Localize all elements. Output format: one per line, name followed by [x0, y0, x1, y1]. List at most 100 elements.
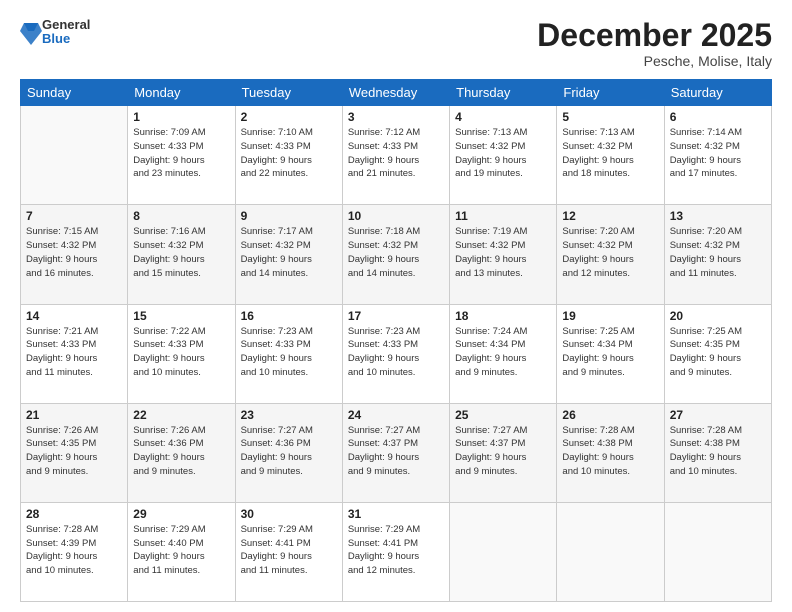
- day-number: 3: [348, 110, 444, 124]
- day-info: Sunrise: 7:29 AMSunset: 4:40 PMDaylight:…: [133, 523, 229, 578]
- calendar-cell: [21, 106, 128, 205]
- day-info: Sunrise: 7:20 AMSunset: 4:32 PMDaylight:…: [562, 225, 658, 280]
- calendar-cell: 5 Sunrise: 7:13 AMSunset: 4:32 PMDaylight…: [557, 106, 664, 205]
- calendar-cell: 31Sunrise: 7:29 AMSunset: 4:41 PMDayligh…: [342, 502, 449, 601]
- calendar-cell: 7Sunrise: 7:15 AMSunset: 4:32 PMDaylight…: [21, 205, 128, 304]
- calendar-cell: 17 Sunrise: 7:23 AMSunset: 4:33 PMDayligh…: [342, 304, 449, 403]
- day-number: 18: [455, 309, 551, 323]
- day-number: 25: [455, 408, 551, 422]
- day-info: Sunrise: 7:19 AMSunset: 4:32 PMDaylight:…: [455, 225, 551, 280]
- calendar-week-row: 21Sunrise: 7:26 AMSunset: 4:35 PMDayligh…: [21, 403, 772, 502]
- day-info: Sunrise: 7:20 AMSunset: 4:32 PMDaylight:…: [670, 225, 766, 280]
- day-info: Sunrise: 7:27 AMSunset: 4:36 PMDaylight:…: [241, 424, 337, 479]
- calendar-cell: 8Sunrise: 7:16 AMSunset: 4:32 PMDaylight…: [128, 205, 235, 304]
- calendar-cell: 13 Sunrise: 7:20 AMSunset: 4:32 PMDayligh…: [664, 205, 771, 304]
- day-header-sunday: Sunday: [21, 80, 128, 106]
- month-title: December 2025: [537, 18, 772, 53]
- calendar-cell: [450, 502, 557, 601]
- day-info: Sunrise: 7:23 AMSunset: 4:33 PMDaylight:…: [241, 325, 337, 380]
- calendar-cell: 12 Sunrise: 7:20 AMSunset: 4:32 PMDayligh…: [557, 205, 664, 304]
- calendar-cell: 18 Sunrise: 7:24 AMSunset: 4:34 PMDayligh…: [450, 304, 557, 403]
- logo-general-text: General: [42, 18, 90, 32]
- logo-blue-text: Blue: [42, 32, 90, 46]
- location: Pesche, Molise, Italy: [537, 53, 772, 69]
- day-number: 29: [133, 507, 229, 521]
- day-header-thursday: Thursday: [450, 80, 557, 106]
- day-number: 19: [562, 309, 658, 323]
- day-number: 24: [348, 408, 444, 422]
- day-header-tuesday: Tuesday: [235, 80, 342, 106]
- day-number: 14: [26, 309, 122, 323]
- day-number: 2: [241, 110, 337, 124]
- day-number: 11: [455, 209, 551, 223]
- calendar-cell: [664, 502, 771, 601]
- calendar-cell: 6Sunrise: 7:14 AMSunset: 4:32 PMDaylight…: [664, 106, 771, 205]
- day-number: 13: [670, 209, 766, 223]
- day-number: 30: [241, 507, 337, 521]
- day-info: Sunrise: 7:25 AMSunset: 4:34 PMDaylight:…: [562, 325, 658, 380]
- calendar-cell: 27 Sunrise: 7:28 AMSunset: 4:38 PMDayligh…: [664, 403, 771, 502]
- calendar-cell: 1 Sunrise: 7:09 AMSunset: 4:33 PMDaylight…: [128, 106, 235, 205]
- calendar-week-row: 1 Sunrise: 7:09 AMSunset: 4:33 PMDaylight…: [21, 106, 772, 205]
- day-info: Sunrise: 7:14 AMSunset: 4:32 PMDaylight:…: [670, 126, 766, 181]
- day-info: Sunrise: 7:12 AMSunset: 4:33 PMDaylight:…: [348, 126, 444, 181]
- day-info: Sunrise: 7:13 AMSunset: 4:32 PMDaylight:…: [455, 126, 551, 181]
- day-header-wednesday: Wednesday: [342, 80, 449, 106]
- day-number: 1: [133, 110, 229, 124]
- day-info: Sunrise: 7:28 AMSunset: 4:38 PMDaylight:…: [562, 424, 658, 479]
- day-number: 5: [562, 110, 658, 124]
- day-number: 26: [562, 408, 658, 422]
- calendar-cell: 16 Sunrise: 7:23 AMSunset: 4:33 PMDayligh…: [235, 304, 342, 403]
- day-info: Sunrise: 7:26 AMSunset: 4:36 PMDaylight:…: [133, 424, 229, 479]
- calendar-cell: 20 Sunrise: 7:25 AMSunset: 4:35 PMDayligh…: [664, 304, 771, 403]
- title-block: December 2025 Pesche, Molise, Italy: [537, 18, 772, 69]
- logo: General Blue: [20, 18, 90, 47]
- calendar-cell: 25 Sunrise: 7:27 AMSunset: 4:37 PMDayligh…: [450, 403, 557, 502]
- calendar-cell: 23Sunrise: 7:27 AMSunset: 4:36 PMDayligh…: [235, 403, 342, 502]
- day-number: 28: [26, 507, 122, 521]
- calendar-cell: 4Sunrise: 7:13 AMSunset: 4:32 PMDaylight…: [450, 106, 557, 205]
- calendar-cell: 22 Sunrise: 7:26 AMSunset: 4:36 PMDayligh…: [128, 403, 235, 502]
- calendar-cell: 28Sunrise: 7:28 AMSunset: 4:39 PMDayligh…: [21, 502, 128, 601]
- calendar-header-row: SundayMondayTuesdayWednesdayThursdayFrid…: [21, 80, 772, 106]
- day-info: Sunrise: 7:25 AMSunset: 4:35 PMDaylight:…: [670, 325, 766, 380]
- calendar-cell: 30Sunrise: 7:29 AMSunset: 4:41 PMDayligh…: [235, 502, 342, 601]
- calendar-cell: 21Sunrise: 7:26 AMSunset: 4:35 PMDayligh…: [21, 403, 128, 502]
- day-number: 22: [133, 408, 229, 422]
- calendar-cell: 14 Sunrise: 7:21 AMSunset: 4:33 PMDayligh…: [21, 304, 128, 403]
- day-number: 27: [670, 408, 766, 422]
- logo-text: General Blue: [42, 18, 90, 47]
- day-info: Sunrise: 7:27 AMSunset: 4:37 PMDaylight:…: [348, 424, 444, 479]
- day-info: Sunrise: 7:23 AMSunset: 4:33 PMDaylight:…: [348, 325, 444, 380]
- calendar-week-row: 14 Sunrise: 7:21 AMSunset: 4:33 PMDayligh…: [21, 304, 772, 403]
- day-info: Sunrise: 7:27 AMSunset: 4:37 PMDaylight:…: [455, 424, 551, 479]
- day-info: Sunrise: 7:09 AMSunset: 4:33 PMDaylight:…: [133, 126, 229, 181]
- day-header-friday: Friday: [557, 80, 664, 106]
- day-info: Sunrise: 7:24 AMSunset: 4:34 PMDaylight:…: [455, 325, 551, 380]
- day-number: 7: [26, 209, 122, 223]
- day-number: 16: [241, 309, 337, 323]
- day-header-monday: Monday: [128, 80, 235, 106]
- day-info: Sunrise: 7:22 AMSunset: 4:33 PMDaylight:…: [133, 325, 229, 380]
- calendar-cell: 24 Sunrise: 7:27 AMSunset: 4:37 PMDayligh…: [342, 403, 449, 502]
- day-number: 31: [348, 507, 444, 521]
- calendar-table: SundayMondayTuesdayWednesdayThursdayFrid…: [20, 79, 772, 602]
- calendar-cell: 2 Sunrise: 7:10 AMSunset: 4:33 PMDaylight…: [235, 106, 342, 205]
- calendar-cell: 11 Sunrise: 7:19 AMSunset: 4:32 PMDayligh…: [450, 205, 557, 304]
- day-info: Sunrise: 7:13 AMSunset: 4:32 PMDaylight:…: [562, 126, 658, 181]
- day-number: 20: [670, 309, 766, 323]
- logo-icon: [20, 21, 38, 43]
- day-info: Sunrise: 7:16 AMSunset: 4:32 PMDaylight:…: [133, 225, 229, 280]
- day-number: 9: [241, 209, 337, 223]
- calendar-cell: 26 Sunrise: 7:28 AMSunset: 4:38 PMDayligh…: [557, 403, 664, 502]
- calendar-cell: 9Sunrise: 7:17 AMSunset: 4:32 PMDaylight…: [235, 205, 342, 304]
- calendar-cell: 19 Sunrise: 7:25 AMSunset: 4:34 PMDayligh…: [557, 304, 664, 403]
- calendar-cell: [557, 502, 664, 601]
- day-info: Sunrise: 7:28 AMSunset: 4:38 PMDaylight:…: [670, 424, 766, 479]
- day-info: Sunrise: 7:10 AMSunset: 4:33 PMDaylight:…: [241, 126, 337, 181]
- day-number: 12: [562, 209, 658, 223]
- day-number: 17: [348, 309, 444, 323]
- calendar-week-row: 28Sunrise: 7:28 AMSunset: 4:39 PMDayligh…: [21, 502, 772, 601]
- day-header-saturday: Saturday: [664, 80, 771, 106]
- day-info: Sunrise: 7:21 AMSunset: 4:33 PMDaylight:…: [26, 325, 122, 380]
